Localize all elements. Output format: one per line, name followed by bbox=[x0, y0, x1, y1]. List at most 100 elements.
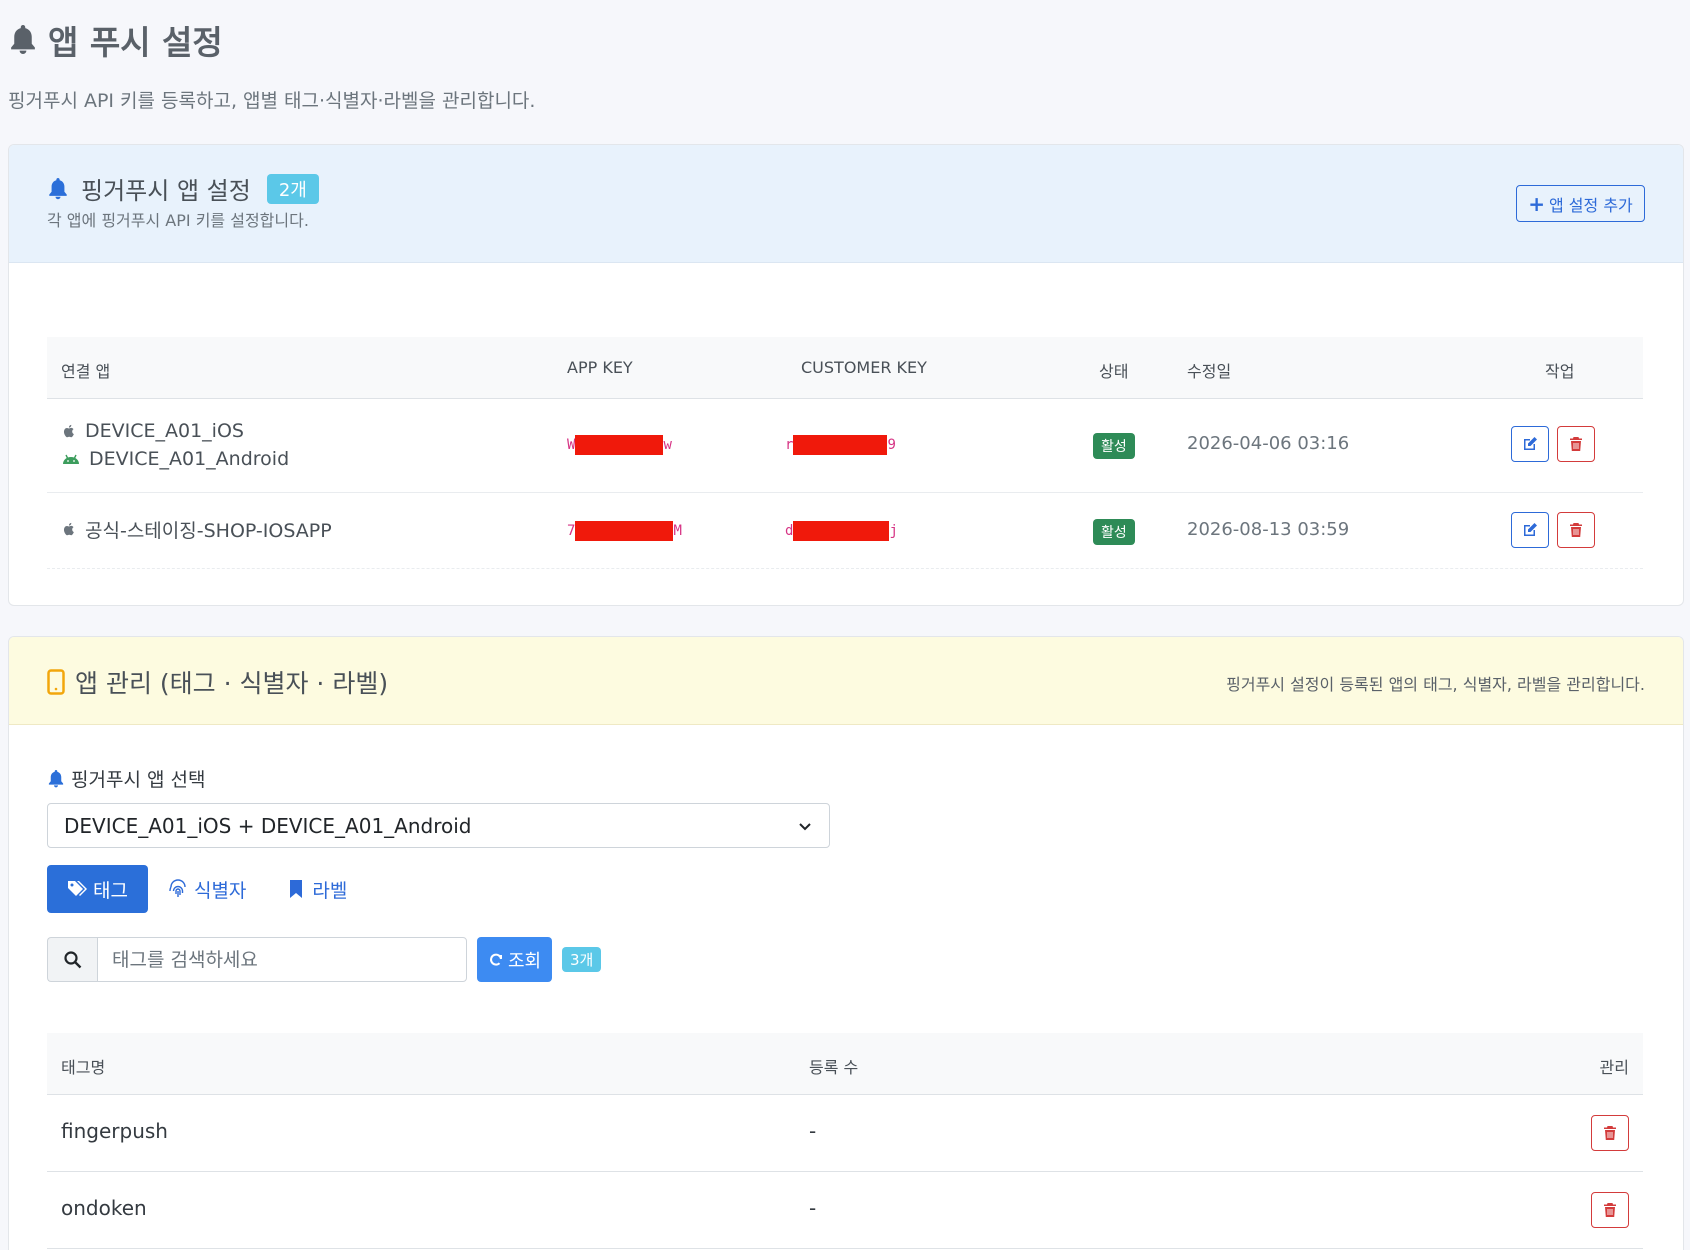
modified-date: 2026-04-06 03:16 bbox=[1187, 433, 1350, 454]
search-addon bbox=[47, 937, 97, 982]
page-description: 핑거푸시 API 키를 등록하고, 앱별 태그·식별자·라벨을 관리합니다. bbox=[8, 90, 536, 112]
col-manage: 관리 bbox=[1599, 1058, 1629, 1077]
customer-key-start: d bbox=[785, 523, 794, 539]
apple-icon bbox=[63, 424, 74, 438]
app-select-dropdown[interactable]: DEVICE_A01_iOS + DEVICE_A01_Android bbox=[47, 803, 830, 848]
search-button[interactable]: 조회 bbox=[477, 937, 552, 982]
customer-key-end: 9 bbox=[887, 437, 896, 453]
app-management-description: 핑거푸시 설정이 등록된 앱의 태그, 식별자, 라벨을 관리합니다. bbox=[1226, 675, 1645, 694]
col-app-key: APP KEY bbox=[567, 358, 633, 377]
edit-button[interactable] bbox=[1511, 512, 1549, 548]
refresh-icon bbox=[490, 953, 502, 966]
table-header: 연결 앱 APP KEY CUSTOMER KEY 상태 수정일 작업 bbox=[47, 337, 1643, 399]
col-modified: 수정일 bbox=[1187, 362, 1232, 381]
trash-icon bbox=[1604, 1203, 1616, 1217]
search-icon bbox=[63, 950, 81, 968]
tags-icon bbox=[68, 881, 87, 896]
app-management-card: 앱 관리 (태그 · 식별자 · 라벨) 핑거푸시 설정이 등록된 앱의 태그,… bbox=[8, 636, 1684, 1250]
tag-name: ondoken bbox=[61, 1196, 147, 1220]
app-key-start: W bbox=[567, 437, 576, 453]
tab-labels[interactable]: 라벨 bbox=[266, 865, 367, 913]
result-count-badge: 3개 bbox=[562, 947, 602, 972]
col-reg-count: 등록 수 bbox=[809, 1058, 859, 1077]
col-tag-name: 태그명 bbox=[61, 1058, 106, 1077]
push-settings-title-text: 핑거푸시 앱 설정 bbox=[81, 177, 251, 205]
tab-identifiers-label: 식별자 bbox=[193, 879, 247, 902]
col-status: 상태 bbox=[1099, 362, 1129, 381]
trash-icon bbox=[1570, 523, 1582, 537]
bell-icon bbox=[49, 177, 67, 199]
management-tabs: 태그 식별자 라벨 bbox=[47, 865, 367, 913]
tag-search-input[interactable] bbox=[97, 937, 467, 982]
col-customer-key: CUSTOMER KEY bbox=[801, 358, 927, 377]
app-key-end: w bbox=[663, 437, 672, 453]
customer-key-value: dj bbox=[785, 521, 898, 541]
app-key-value: Ww bbox=[567, 435, 672, 455]
delete-button[interactable] bbox=[1557, 512, 1595, 548]
push-settings-header: 핑거푸시 앱 설정 2개 각 앱에 핑거푸시 API 키를 설정합니다. + 앱… bbox=[9, 145, 1683, 263]
plus-icon: + bbox=[1528, 191, 1545, 216]
app-key-value: 7M bbox=[567, 521, 682, 541]
table-row: DEVICE_A01_iOS DEVICE_A01_Android Ww r9 … bbox=[47, 399, 1643, 493]
app-entry: DEVICE_A01_iOS bbox=[61, 417, 289, 445]
edit-icon bbox=[1524, 437, 1537, 450]
selected-app-value: DEVICE_A01_iOS + DEVICE_A01_Android bbox=[64, 813, 472, 838]
page: 앱 푸시 설정 핑거푸시 API 키를 등록하고, 앱별 태그·식별자·라벨을 … bbox=[0, 0, 1690, 1250]
tab-tags[interactable]: 태그 bbox=[47, 865, 148, 913]
app-name: DEVICE_A01_Android bbox=[89, 448, 290, 470]
delete-tag-button[interactable] bbox=[1591, 1115, 1629, 1151]
app-name: DEVICE_A01_iOS bbox=[85, 420, 244, 442]
delete-button[interactable] bbox=[1557, 426, 1595, 462]
connected-apps: 공식-스테이징-SHOP-IOSAPP bbox=[61, 515, 332, 543]
trash-icon bbox=[1570, 437, 1582, 451]
app-key-start: 7 bbox=[567, 523, 576, 539]
push-settings-card: 핑거푸시 앱 설정 2개 각 앱에 핑거푸시 API 키를 설정합니다. + 앱… bbox=[8, 144, 1684, 606]
page-title-text: 앱 푸시 설정 bbox=[48, 23, 223, 62]
add-app-setting-label: 앱 설정 추가 bbox=[1548, 195, 1633, 215]
table-row: 공식-스테이징-SHOP-IOSAPP 7M dj 활성 2026-08-13 … bbox=[47, 493, 1643, 569]
tags-table: 태그명 등록 수 관리 fingerpush - ondoken - bbox=[47, 1033, 1643, 1249]
customer-key-value: r9 bbox=[785, 435, 896, 455]
push-settings-subtitle: 각 앱에 핑거푸시 API 키를 설정합니다. bbox=[47, 211, 309, 230]
bell-icon bbox=[11, 25, 35, 54]
connected-apps: DEVICE_A01_iOS DEVICE_A01_Android bbox=[61, 417, 289, 473]
redaction-bar bbox=[575, 521, 674, 541]
modified-date: 2026-08-13 03:59 bbox=[1187, 519, 1350, 540]
edit-button[interactable] bbox=[1511, 426, 1549, 462]
redaction-bar bbox=[793, 435, 888, 455]
app-management-title-text: 앱 관리 (태그 · 식별자 · 라벨) bbox=[75, 669, 389, 698]
tag-count: - bbox=[809, 1196, 817, 1220]
tab-identifiers[interactable]: 식별자 bbox=[148, 865, 266, 913]
mobile-icon bbox=[47, 669, 65, 695]
bell-icon bbox=[48, 769, 64, 787]
trash-icon bbox=[1604, 1126, 1616, 1140]
fingerprint-icon bbox=[169, 879, 186, 897]
page-title: 앱 푸시 설정 bbox=[8, 16, 223, 64]
push-settings-title: 핑거푸시 앱 설정 2개 bbox=[47, 171, 319, 206]
status-cell: 활성 bbox=[1093, 433, 1135, 459]
edit-icon bbox=[1524, 523, 1537, 536]
customer-key-end: j bbox=[889, 523, 898, 539]
row-actions bbox=[1511, 512, 1595, 548]
tag-search-group: 조회 3개 bbox=[47, 937, 602, 982]
col-actions: 작업 bbox=[1545, 362, 1575, 381]
app-management-title: 앱 관리 (태그 · 식별자 · 라벨) bbox=[47, 664, 388, 700]
chevron-down-icon bbox=[799, 822, 811, 830]
bookmark-icon bbox=[290, 880, 303, 898]
tag-count: - bbox=[809, 1119, 817, 1143]
android-icon bbox=[63, 454, 79, 464]
app-entry: 공식-스테이징-SHOP-IOSAPP bbox=[61, 515, 332, 543]
add-app-setting-button[interactable]: + 앱 설정 추가 bbox=[1516, 185, 1645, 222]
customer-key-start: r bbox=[785, 437, 794, 453]
table-row: ondoken - bbox=[47, 1172, 1643, 1249]
tab-tags-label: 태그 bbox=[93, 879, 128, 902]
app-select-label: 핑거푸시 앱 선택 bbox=[47, 765, 205, 792]
apple-icon bbox=[63, 522, 74, 536]
redaction-bar bbox=[793, 521, 890, 541]
push-settings-table: 연결 앱 APP KEY CUSTOMER KEY 상태 수정일 작업 DEVI… bbox=[47, 337, 1643, 569]
table-row: fingerpush - bbox=[47, 1095, 1643, 1172]
delete-tag-button[interactable] bbox=[1591, 1192, 1629, 1228]
tab-labels-label: 라벨 bbox=[312, 879, 348, 902]
app-count-badge: 2개 bbox=[266, 173, 319, 204]
col-app: 연결 앱 bbox=[61, 362, 111, 381]
